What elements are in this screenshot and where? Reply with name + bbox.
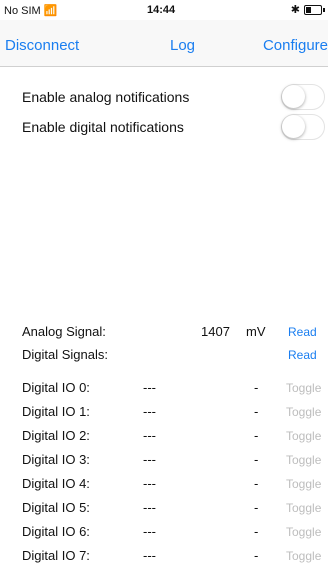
toggle-knob <box>282 115 305 138</box>
log-button[interactable]: Log <box>170 37 195 54</box>
digital-signals-row: Digital Signals: Read <box>0 345 328 365</box>
configure-button[interactable]: Configure <box>263 37 328 54</box>
battery-tip <box>323 7 325 12</box>
analog-notifications-row: Enable analog notifications <box>0 83 328 113</box>
io-label: Digital IO 3: <box>22 452 90 467</box>
io-toggle-button[interactable]: Toggle <box>286 477 321 491</box>
carrier-status: No SIM 📶 <box>4 4 57 17</box>
io-toggle-button[interactable]: Toggle <box>286 381 321 395</box>
io-label: Digital IO 5: <box>22 500 90 515</box>
io-row-1: Digital IO 1: --- - Toggle <box>0 402 328 424</box>
io-value: --- <box>143 380 156 395</box>
io-value: --- <box>143 524 156 539</box>
io-label: Digital IO 2: <box>22 428 90 443</box>
io-state: - <box>254 476 259 491</box>
io-value: --- <box>143 452 156 467</box>
io-state: - <box>254 524 259 539</box>
digital-notifications-label: Enable digital notifications <box>22 119 184 135</box>
io-row-0: Digital IO 0: --- - Toggle <box>0 378 328 400</box>
io-row-6: Digital IO 6: --- - Toggle <box>0 522 328 544</box>
io-label: Digital IO 0: <box>22 380 90 395</box>
io-state: - <box>254 428 259 443</box>
status-time: 14:44 <box>147 4 176 16</box>
analog-notifications-label: Enable analog notifications <box>22 89 190 105</box>
digital-notifications-row: Enable digital notifications <box>0 113 328 143</box>
analog-signal-label: Analog Signal: <box>22 324 106 339</box>
toggle-knob <box>282 85 305 108</box>
analog-read-button[interactable]: Read <box>288 325 317 339</box>
io-label: Digital IO 4: <box>22 476 90 491</box>
io-toggle-button[interactable]: Toggle <box>286 501 321 515</box>
io-row-2: Digital IO 2: --- - Toggle <box>0 426 328 448</box>
io-state: - <box>254 500 259 515</box>
io-toggle-button[interactable]: Toggle <box>286 453 321 467</box>
io-toggle-button[interactable]: Toggle <box>286 549 321 563</box>
io-row-4: Digital IO 4: --- - Toggle <box>0 474 328 496</box>
io-value: --- <box>143 476 156 491</box>
io-label: Digital IO 7: <box>22 548 90 563</box>
analog-signal-row: Analog Signal: 1407 mV Read <box>0 322 328 342</box>
io-toggle-button[interactable]: Toggle <box>286 405 321 419</box>
io-state: - <box>254 548 259 563</box>
navigation-bar: Disconnect Log Configure <box>0 20 328 67</box>
analog-notifications-toggle[interactable] <box>281 84 325 110</box>
io-row-7: Digital IO 7: --- - Toggle <box>0 546 328 568</box>
digital-notifications-toggle[interactable] <box>281 114 325 140</box>
status-right: ✱ <box>291 3 325 16</box>
io-value: --- <box>143 428 156 443</box>
disconnect-button[interactable]: Disconnect <box>5 37 79 54</box>
battery-icon <box>304 4 322 15</box>
io-row-3: Digital IO 3: --- - Toggle <box>0 450 328 472</box>
carrier-label: No SIM <box>4 5 41 17</box>
io-value: --- <box>143 500 156 515</box>
io-state: - <box>254 380 259 395</box>
io-label: Digital IO 1: <box>22 404 90 419</box>
wifi-icon: 📶 <box>43 5 58 17</box>
io-state: - <box>254 452 259 467</box>
digital-signals-label: Digital Signals: <box>22 347 108 362</box>
digital-read-button[interactable]: Read <box>288 348 317 362</box>
analog-signal-unit: mV <box>246 324 266 339</box>
io-toggle-button[interactable]: Toggle <box>286 429 321 443</box>
io-toggle-button[interactable]: Toggle <box>286 525 321 539</box>
io-label: Digital IO 6: <box>22 524 90 539</box>
io-row-5: Digital IO 5: --- - Toggle <box>0 498 328 520</box>
io-value: --- <box>143 548 156 563</box>
io-state: - <box>254 404 259 419</box>
io-value: --- <box>143 404 156 419</box>
status-bar: No SIM 📶 14:44 ✱ <box>0 0 328 20</box>
bluetooth-icon: ✱ <box>290 4 300 16</box>
analog-signal-value: 1407 <box>201 324 230 339</box>
